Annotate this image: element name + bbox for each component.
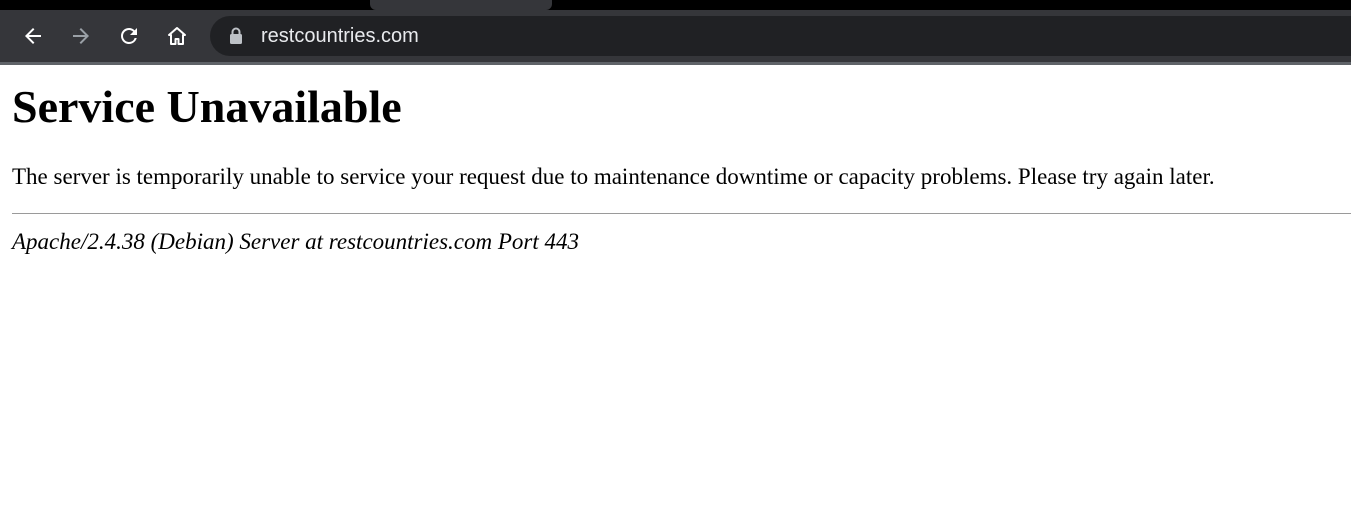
reload-button[interactable] [113, 20, 145, 52]
arrow-right-icon [73, 28, 89, 44]
toolbar-divider [0, 62, 1351, 65]
active-tab[interactable] [370, 0, 552, 10]
tab-strip [0, 0, 1351, 10]
arrow-left-icon [25, 28, 41, 44]
browser-toolbar: restcountries.com [0, 10, 1351, 62]
lock-icon[interactable] [229, 27, 243, 45]
page-title: Service Unavailable [12, 81, 402, 132]
address-bar[interactable]: restcountries.com [210, 16, 1351, 56]
page-content: Service Unavailable The server is tempor… [0, 81, 1351, 256]
url-text[interactable]: restcountries.com [261, 25, 419, 48]
server-signature: Apache/2.4.38 (Debian) Server at restcou… [12, 229, 580, 254]
back-button[interactable] [17, 20, 49, 52]
home-icon [168, 27, 186, 45]
reload-icon [121, 28, 137, 44]
browser-chrome: restcountries.com [0, 0, 1351, 65]
forward-button[interactable] [65, 20, 97, 52]
divider [12, 213, 1351, 214]
error-message: The server is temporarily unable to serv… [12, 164, 1215, 189]
home-button[interactable] [161, 20, 193, 52]
